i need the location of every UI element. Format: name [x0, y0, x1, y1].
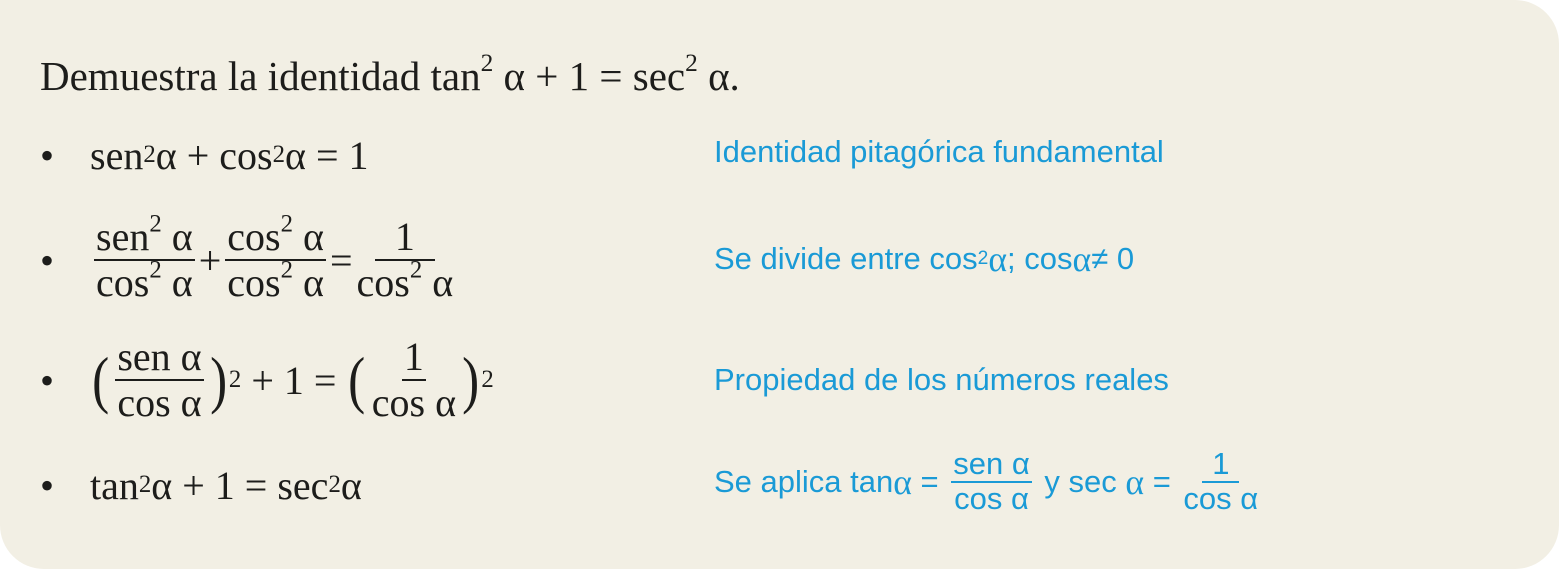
note-text: α	[988, 239, 1008, 279]
step-2: • sen2 α cos2 α + cos2 α cos2 α = 1 cos2 α	[40, 205, 457, 315]
math-text: cos	[227, 260, 281, 305]
step-3: • ( sen α cos α ) 2 + 1 = ( 1 cos α ) 2	[40, 325, 494, 435]
paren: (	[348, 344, 366, 415]
math-text: α	[161, 260, 193, 305]
note-text: sen α	[951, 446, 1032, 483]
fraction: 1 cos α	[372, 335, 456, 425]
title-text: Demuestra la identidad tan	[40, 53, 481, 99]
exponent: 2	[280, 256, 293, 284]
step-2-note: Se divide entre cos 2 α; cos α ≠ 0	[714, 239, 1135, 279]
paren: (	[92, 344, 110, 415]
paren: )	[462, 344, 480, 415]
note-text: cos α	[954, 480, 1029, 516]
math-text: α	[422, 260, 454, 305]
math-text: 1	[401, 334, 426, 381]
step-1: • sen 2 α + cos 2 α = 1	[40, 100, 369, 210]
math-text: cos	[96, 260, 150, 305]
note-text: ≠ 0	[1091, 241, 1135, 276]
note-text: cos α	[1183, 480, 1259, 516]
note-text: y sec	[1035, 463, 1126, 499]
math-text: α	[293, 214, 324, 259]
exponent: 2	[149, 210, 162, 238]
math-text: 1	[394, 214, 415, 259]
exercise-panel: Demuestra la identidad tan2 α + 1 = sec2…	[0, 0, 1559, 569]
note-text: =	[911, 463, 948, 499]
step-4: • tan 2 α + 1 = sec 2 α	[40, 430, 362, 540]
bullet: •	[40, 357, 55, 403]
paren: )	[209, 344, 227, 415]
title-text: α.	[697, 53, 740, 99]
math-text: cos α	[371, 380, 457, 425]
step-4-note: Se aplica tan α = sen α cos α y sec α = 1…	[714, 446, 1262, 516]
fraction: sen α cos α	[115, 334, 204, 425]
bullet: •	[40, 462, 55, 508]
math-text: + 1 =	[251, 357, 337, 403]
exercise-title: Demuestra la identidad tan2 α + 1 = sec2…	[40, 48, 740, 100]
exponent: 2	[280, 210, 293, 238]
math-text: tan	[90, 462, 139, 508]
math-text: cos α	[117, 380, 202, 425]
math-text: cos	[356, 260, 410, 305]
math-text: α + cos	[155, 132, 273, 178]
note-text: α	[1072, 239, 1092, 279]
step-3-note: Propiedad de los números reales	[714, 362, 1169, 397]
fraction: cos2 α cos2 α	[225, 212, 326, 305]
exponent: 2	[480, 48, 494, 77]
math-text: cos	[227, 214, 281, 259]
title-text: α + 1 = sec	[493, 53, 686, 99]
fraction: sen α cos α	[951, 446, 1032, 516]
step-1-note: Identidad pitagórica fundamental	[714, 134, 1164, 169]
math-text: sen	[96, 214, 150, 259]
exponent: 2	[149, 256, 162, 284]
note-text: α	[1125, 461, 1145, 502]
fraction: sen2 α cos2 α	[94, 212, 195, 305]
math-text: α = 1	[284, 132, 369, 178]
operator: =	[329, 237, 353, 283]
note-text: α	[893, 461, 912, 502]
note-text: Se divide entre cos	[714, 241, 978, 276]
exponent: 2	[685, 48, 698, 77]
note-text: =	[1144, 463, 1180, 499]
step-2-math: sen2 α cos2 α + cos2 α cos2 α = 1 cos2 α	[90, 212, 457, 305]
note-text: 1	[1202, 447, 1240, 483]
step-4-math: tan 2 α + 1 = sec 2 α	[90, 462, 362, 508]
math-text: sen α	[115, 334, 204, 381]
note-text: ; cos	[1007, 241, 1073, 276]
bullet: •	[40, 132, 55, 178]
step-1-math: sen 2 α + cos 2 α = 1	[90, 132, 369, 178]
operator: +	[198, 237, 222, 283]
math-text: α	[293, 260, 324, 305]
math-text: α	[340, 462, 362, 508]
exponent: 2	[409, 256, 423, 284]
fraction: 1 cos α	[1183, 447, 1259, 516]
fraction: 1 cos2 α	[357, 215, 454, 305]
note-text: Se aplica tan	[714, 463, 894, 499]
math-text: α	[161, 214, 193, 259]
math-text: α + 1 = sec	[151, 462, 329, 508]
bullet: •	[40, 237, 55, 283]
step-3-math: ( sen α cos α ) 2 + 1 = ( 1 cos α ) 2	[92, 334, 494, 425]
math-text: sen	[90, 132, 144, 178]
